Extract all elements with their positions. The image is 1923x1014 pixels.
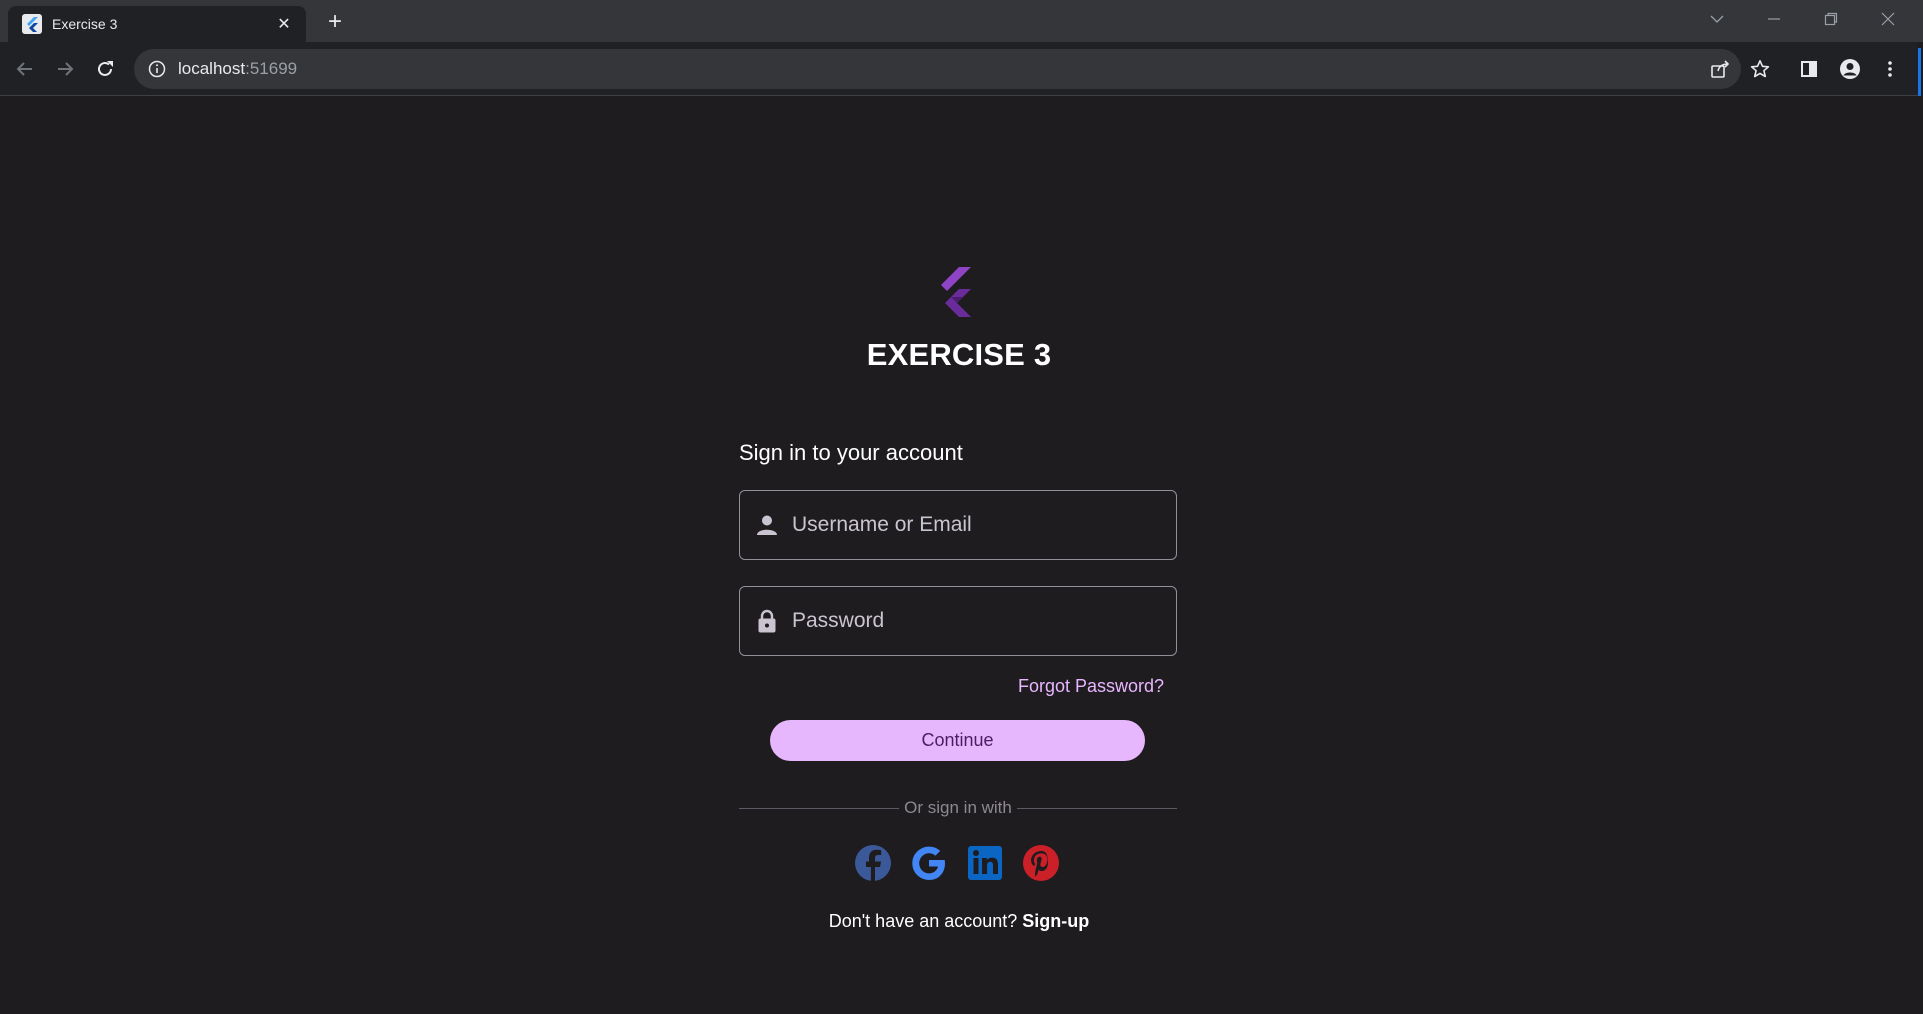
tab-title: Exercise 3 [52,16,118,32]
browser-tab-bar: Exercise 3 ✕ + [0,0,1923,42]
app-title: EXERCISE 3 [866,337,1052,372]
divider-line-right [1016,807,1178,809]
back-icon[interactable] [9,53,41,85]
login-page: EXERCISE 3 Sign in to your account Forgo… [0,97,1918,1014]
divider-line-left [739,807,900,809]
linkedin-icon[interactable] [965,843,1005,883]
share-icon[interactable] [1704,53,1736,85]
browser-toolbar: localhost:51699 [0,42,1923,96]
info-icon[interactable] [148,60,166,78]
reload-icon[interactable] [89,53,121,85]
username-field[interactable] [739,490,1177,560]
url-port: :51699 [245,59,298,78]
close-icon[interactable]: ✕ [272,12,296,36]
window-edge [1918,42,1923,1014]
pinterest-icon[interactable] [1021,843,1061,883]
forward-icon[interactable] [49,53,81,85]
signup-link[interactable]: Sign-up [1022,911,1089,931]
browser-tab[interactable]: Exercise 3 ✕ [8,6,306,42]
flutter-logo [941,267,971,317]
person-icon [757,515,777,535]
minimize-icon[interactable] [1754,4,1794,34]
password-input[interactable] [792,587,1176,655]
facebook-icon[interactable] [853,843,893,883]
signin-heading: Sign in to your account [739,440,963,465]
window-close-icon[interactable] [1868,4,1908,34]
star-icon[interactable] [1744,53,1776,85]
chevron-down-icon[interactable] [1697,4,1737,34]
no-account-text: Don't have an account? [828,911,1023,931]
address-bar[interactable]: localhost:51699 [134,49,1741,89]
window-edge-accent [1918,48,1921,96]
continue-button[interactable]: Continue [770,720,1145,761]
flutter-favicon-icon [22,14,42,34]
lock-icon [758,609,776,633]
url-host: localhost [178,59,246,78]
more-menu-icon[interactable] [1874,53,1906,85]
restore-icon[interactable] [1811,4,1851,34]
username-input[interactable] [792,491,1176,559]
plus-icon[interactable]: + [321,8,349,36]
forgot-password-link[interactable]: Forgot Password? [1018,676,1164,697]
signup-row: Don't have an account? Sign-up [0,911,1918,932]
side-panel-icon[interactable] [1793,53,1825,85]
profile-icon[interactable] [1834,53,1866,85]
password-field[interactable] [739,586,1177,656]
divider-text: Or sign in with [904,798,1012,817]
google-icon[interactable] [909,843,949,883]
or-sign-in-divider: Or sign in with [739,796,1178,820]
